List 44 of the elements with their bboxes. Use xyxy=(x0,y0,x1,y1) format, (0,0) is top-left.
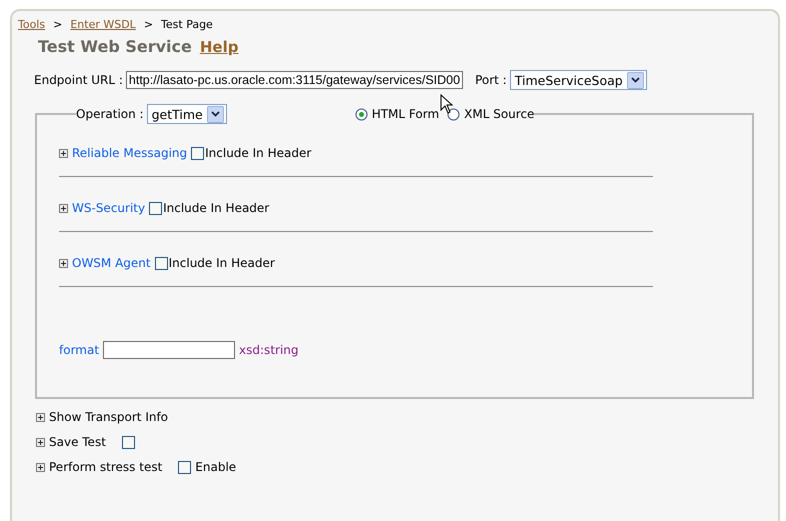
section-link[interactable]: WS-Security xyxy=(72,201,146,215)
checkbox-label: Include In Header xyxy=(163,201,270,215)
section-link[interactable]: Reliable Messaging xyxy=(72,146,188,160)
field-label: Operation : xyxy=(76,107,144,121)
radio-label: XML Source xyxy=(464,107,534,121)
option-label: Show Transport Info xyxy=(49,410,168,424)
expand-icon[interactable] xyxy=(59,204,68,212)
cursor-icon xyxy=(440,94,454,114)
expand-icon[interactable] xyxy=(59,148,68,158)
breadcrumb-separator: > xyxy=(53,18,62,31)
parameter-name: format xyxy=(59,343,100,357)
caret-icon xyxy=(210,111,220,117)
checkbox[interactable] xyxy=(178,460,192,474)
checkbox[interactable] xyxy=(149,202,162,214)
expand-icon[interactable] xyxy=(36,412,45,422)
expand-icon[interactable] xyxy=(59,258,68,268)
expand-icon[interactable] xyxy=(36,462,45,472)
option-label: Perform stress test xyxy=(49,460,162,474)
page-title: Test Web Service xyxy=(38,37,192,56)
checkbox[interactable] xyxy=(154,256,168,270)
checkbox[interactable] xyxy=(191,146,204,160)
breadcrumb-link[interactable]: Enter WSDL xyxy=(70,18,136,31)
field-label: Endpoint URL : xyxy=(34,73,123,87)
section-link[interactable]: OWSM Agent xyxy=(72,256,151,270)
checkbox-label: Enable xyxy=(195,460,236,474)
checkbox-label: Include In Header xyxy=(168,256,275,270)
parameter-type: xsd:string xyxy=(239,343,299,357)
checkbox-label: Include In Header xyxy=(205,146,312,160)
breadcrumb-current: Test Page xyxy=(161,18,213,31)
field-label: Port : xyxy=(475,73,507,87)
radio-button[interactable] xyxy=(354,108,368,120)
caret-icon xyxy=(630,77,640,83)
operation-dropdown[interactable]: getTime xyxy=(146,104,227,124)
breadcrumb-separator: > xyxy=(144,18,154,31)
radio-button[interactable] xyxy=(447,108,460,120)
breadcrumb-link[interactable]: Tools xyxy=(18,18,46,31)
checkbox[interactable] xyxy=(122,436,135,448)
help-link[interactable]: Help xyxy=(200,38,238,56)
radio-label: HTML Form xyxy=(372,107,440,121)
parameter-field[interactable] xyxy=(103,341,236,359)
option-label: Save Test xyxy=(49,435,106,449)
expand-icon[interactable] xyxy=(36,438,45,446)
endpoint-url-field[interactable]: http://lasato-pc.us.oracle.com:3115/gateway/services/SID00 xyxy=(126,71,464,89)
port-dropdown[interactable]: TimeServiceSoap xyxy=(510,70,647,90)
